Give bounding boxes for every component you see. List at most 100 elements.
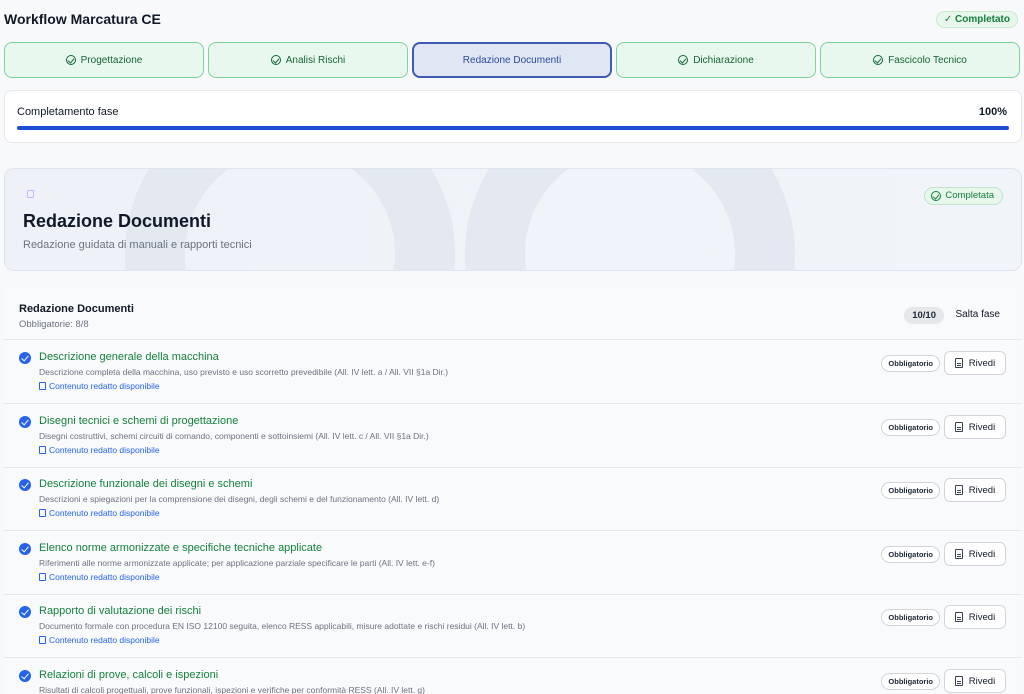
item-title: Descrizione generale della macchina bbox=[39, 351, 219, 363]
document-icon bbox=[954, 358, 963, 368]
content-available-label: Contenuto redatto disponibile bbox=[49, 445, 160, 455]
status-badge: ✓ Completato bbox=[935, 11, 1018, 28]
progress-bar bbox=[17, 126, 1009, 130]
item-description: Descrizioni e spiegazioni per la compren… bbox=[39, 494, 440, 504]
decorative-arc bbox=[465, 169, 795, 270]
check-circle-icon bbox=[19, 479, 31, 491]
mandatory-count: Obbligatorie: 8/8 bbox=[19, 319, 89, 330]
completion-count-badge: 10/10 bbox=[904, 307, 944, 324]
checklist-item: Disegni tecnici e schemi di progettazion… bbox=[4, 405, 1022, 468]
check-circle-icon bbox=[19, 670, 31, 682]
completed-badge: Completata bbox=[924, 187, 1003, 205]
hero-title: Redazione Documenti bbox=[23, 211, 212, 231]
hero-subtitle: Redazione guidata di manuali e rapporti … bbox=[23, 239, 252, 251]
content-available-link[interactable]: Contenuto redatto disponibile bbox=[39, 508, 160, 518]
step-redazione-documenti[interactable]: Redazione Documenti bbox=[412, 42, 612, 78]
check-circle-icon bbox=[19, 543, 31, 555]
checklist-item: Descrizione generale della macchina Desc… bbox=[4, 341, 1022, 404]
phase-hero-card: Redazione Documenti Redazione guidata di… bbox=[4, 168, 1022, 271]
item-title: Disegni tecnici e schemi di progettazion… bbox=[39, 415, 239, 427]
item-title: Descrizione funzionale dei disegni e sch… bbox=[39, 478, 253, 490]
review-button-label: Rivedi bbox=[968, 421, 996, 433]
document-icon bbox=[954, 485, 963, 495]
review-button[interactable]: Rivedi bbox=[944, 605, 1006, 629]
step-label: Redazione Documenti bbox=[462, 54, 562, 66]
checklist-header: Redazione Documenti Obbligatorie: 8/8 10… bbox=[4, 288, 1022, 340]
check-circle-icon bbox=[19, 606, 31, 618]
check-circle-icon bbox=[931, 191, 942, 201]
step-label: Fascicolo Tecnico bbox=[888, 54, 967, 66]
progress-bar-fill bbox=[17, 126, 1009, 130]
review-button[interactable]: Rivedi bbox=[944, 351, 1006, 375]
content-available-link[interactable]: Contenuto redatto disponibile bbox=[39, 635, 160, 645]
item-title: Rapporto di valutazione dei rischi bbox=[39, 605, 202, 617]
checklist-item: Relazioni di prove, calcoli e ispezioni … bbox=[4, 659, 1022, 694]
mandatory-badge: Obbligatorio bbox=[881, 482, 940, 499]
mandatory-badge: Obbligatorio bbox=[881, 546, 940, 563]
workflow-steps: Progettazione Analisi Rischi Redazione D… bbox=[4, 42, 1022, 78]
check-circle-icon bbox=[270, 55, 281, 65]
document-checklist: Redazione Documenti Obbligatorie: 8/8 10… bbox=[4, 288, 1022, 694]
document-icon bbox=[39, 573, 46, 581]
checklist-item: Elenco norme armonizzate e specifiche te… bbox=[4, 532, 1022, 595]
document-icon bbox=[39, 382, 46, 390]
document-icon bbox=[39, 636, 46, 644]
step-fascicolo-tecnico[interactable]: Fascicolo Tecnico bbox=[820, 42, 1020, 78]
item-title: Elenco norme armonizzate e specifiche te… bbox=[39, 542, 323, 554]
review-button[interactable]: Rivedi bbox=[944, 415, 1006, 439]
content-available-link[interactable]: Contenuto redatto disponibile bbox=[39, 572, 160, 582]
item-description: Descrizione completa della macchina, uso… bbox=[39, 367, 449, 377]
review-button-label: Rivedi bbox=[968, 675, 996, 687]
item-description: Disegni costruttivi, schemi circuiti di … bbox=[39, 431, 429, 441]
mandatory-badge: Obbligatorio bbox=[881, 419, 940, 436]
check-circle-icon bbox=[65, 55, 76, 65]
step-progettazione[interactable]: Progettazione bbox=[4, 42, 204, 78]
check-circle-icon bbox=[678, 55, 689, 65]
checklist-item: Rapporto di valutazione dei rischi Docum… bbox=[4, 595, 1022, 658]
content-available-label: Contenuto redatto disponibile bbox=[49, 635, 160, 645]
step-label: Progettazione bbox=[80, 54, 143, 66]
document-icon bbox=[954, 549, 963, 559]
review-button-label: Rivedi bbox=[968, 548, 996, 560]
checklist-item: Descrizione funzionale dei disegni e sch… bbox=[4, 468, 1022, 531]
content-available-label: Contenuto redatto disponibile bbox=[49, 572, 160, 582]
mandatory-badge: Obbligatorio bbox=[881, 673, 940, 690]
phase-progress-card: Completamento fase 100% bbox=[4, 90, 1022, 143]
item-description: Risultati di calcoli progettuali, prove … bbox=[39, 685, 425, 694]
review-button[interactable]: Rivedi bbox=[944, 542, 1006, 566]
document-icon bbox=[954, 676, 963, 686]
check-circle-icon bbox=[873, 55, 884, 65]
document-icon bbox=[954, 612, 963, 622]
step-analisi-rischi[interactable]: Analisi Rischi bbox=[208, 42, 408, 78]
item-description: Documento formale con procedura EN ISO 1… bbox=[39, 621, 526, 631]
progress-label: Completamento fase bbox=[17, 106, 119, 118]
step-label: Dichiarazione bbox=[693, 54, 754, 66]
mandatory-badge: Obbligatorio bbox=[881, 609, 940, 626]
item-description: Riferimenti alle norme armonizzate appli… bbox=[39, 558, 435, 568]
check-circle-icon bbox=[19, 416, 31, 428]
review-button[interactable]: Rivedi bbox=[944, 478, 1006, 502]
item-title: Relazioni di prove, calcoli e ispezioni bbox=[39, 669, 219, 681]
review-button-label: Rivedi bbox=[968, 484, 996, 496]
progress-percent: 100% bbox=[978, 106, 1007, 118]
check-circle-icon bbox=[19, 352, 31, 364]
step-dichiarazione[interactable]: Dichiarazione bbox=[616, 42, 816, 78]
review-button[interactable]: Rivedi bbox=[944, 669, 1006, 693]
content-available-link[interactable]: Contenuto redatto disponibile bbox=[39, 381, 160, 391]
step-label: Analisi Rischi bbox=[285, 54, 346, 66]
document-icon bbox=[954, 422, 963, 432]
document-icon bbox=[39, 446, 46, 454]
skip-phase-button[interactable]: Salta fase bbox=[956, 309, 1000, 320]
document-icon bbox=[27, 190, 34, 198]
content-available-label: Contenuto redatto disponibile bbox=[49, 508, 160, 518]
document-icon bbox=[39, 509, 46, 517]
review-button-label: Rivedi bbox=[968, 357, 996, 369]
content-available-label: Contenuto redatto disponibile bbox=[49, 381, 160, 391]
mandatory-badge: Obbligatorio bbox=[881, 355, 940, 372]
workflow-header: Workflow Marcatura CE ✓ Completato bbox=[0, 0, 1024, 40]
checklist-title: Redazione Documenti bbox=[19, 303, 134, 315]
content-available-link[interactable]: Contenuto redatto disponibile bbox=[39, 445, 160, 455]
review-button-label: Rivedi bbox=[968, 611, 996, 623]
page-title: Workflow Marcatura CE bbox=[4, 11, 161, 27]
completed-badge-label: Completata bbox=[945, 190, 994, 201]
